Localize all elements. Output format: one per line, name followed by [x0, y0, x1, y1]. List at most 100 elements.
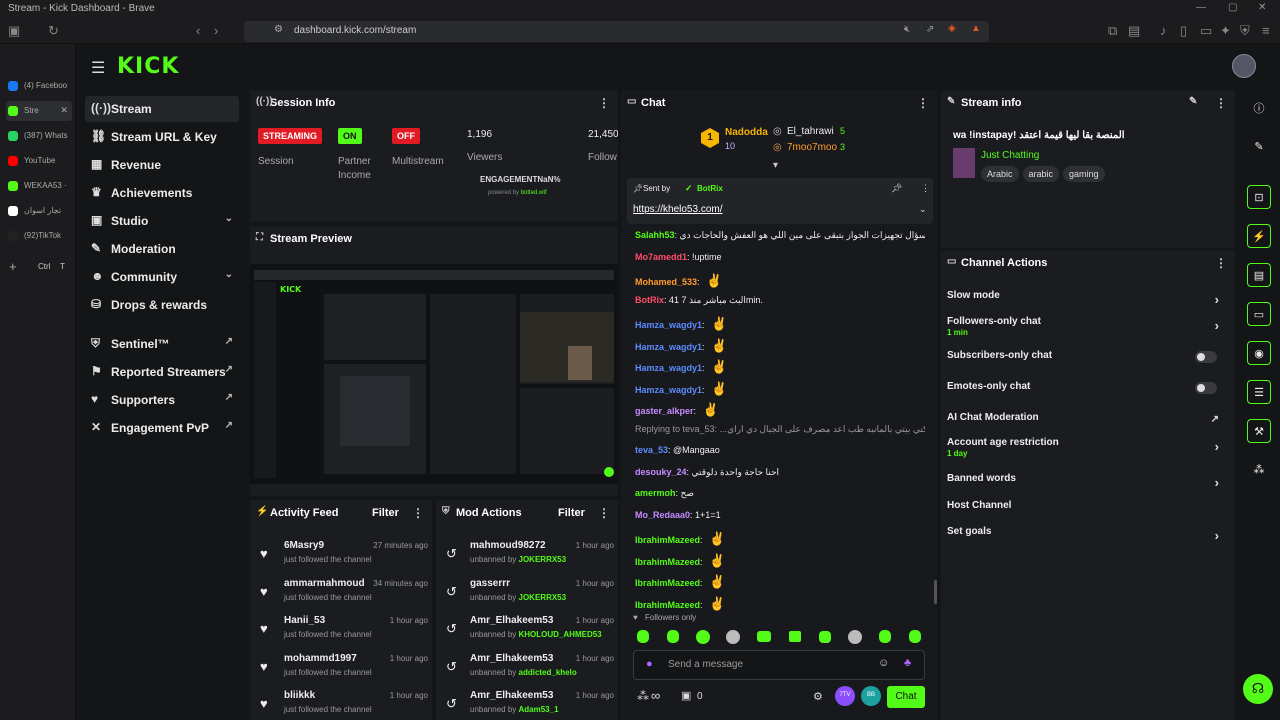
channel-action-slow-mode[interactable]: Slow mode › — [947, 290, 1225, 314]
wrench-icon[interactable]: ⚒ — [1247, 419, 1271, 443]
sidebar-toggle-icon[interactable]: ▣ — [8, 23, 20, 39]
nav-item-revenue[interactable]: ▦ Revenue — [85, 152, 239, 178]
nav-item-moderation[interactable]: ✎ Moderation — [85, 236, 239, 262]
tab-close-icon[interactable]: ✕ — [60, 105, 68, 116]
leo-ai-icon[interactable]: ✦ — [1220, 23, 1231, 39]
mod-target-username[interactable]: Amr_Elhakeem53 — [470, 690, 553, 701]
moderator-name[interactable]: KHOLOUD_AHMED53 — [519, 630, 602, 639]
chat-username[interactable]: Hamza_wagdy1 — [635, 342, 702, 352]
minimize-icon[interactable]: — — [1196, 2, 1206, 13]
chevron-down-icon[interactable]: ⌄ — [225, 213, 233, 224]
nav-item-stream-url-key[interactable]: ⛓ Stream URL & Key — [85, 124, 239, 150]
moderator-name[interactable]: addicted_khelo — [519, 668, 577, 677]
wallet-icon[interactable]: ▭ — [1200, 23, 1212, 39]
chat-username[interactable]: Mo_Redaaa0 — [635, 510, 690, 520]
kick-emote-icon[interactable]: ♣ — [904, 657, 911, 669]
moderator-name[interactable]: Adam53_1 — [519, 705, 559, 714]
gift-icon[interactable]: ▣ — [681, 689, 691, 702]
kick-logo[interactable]: KICK — [117, 54, 179, 79]
activity-username[interactable]: Hanii_53 — [284, 615, 325, 626]
chat-scrollbar[interactable] — [934, 580, 937, 604]
activity-username[interactable]: mohammd1997 — [284, 653, 357, 664]
chat-username[interactable]: IbrahimMazeed — [635, 557, 700, 567]
channel-points-icon[interactable]: ⁂ — [637, 689, 649, 703]
7tv-icon[interactable]: 7TV — [835, 686, 855, 706]
browser-tab[interactable]: (92)TikTok — [6, 226, 72, 246]
brave-rewards-icon[interactable]: ▲ — [971, 23, 981, 34]
channel-action-ai-chat-moderation[interactable]: AI Chat Moderation ↗ — [947, 412, 1225, 436]
chat-username[interactable]: IbrahimMazeed — [635, 600, 700, 610]
chat-username[interactable]: amermoh — [635, 488, 676, 498]
unpin-icon[interactable]: 📌︎ — [891, 183, 902, 194]
hamburger-menu-icon[interactable]: ☰ — [91, 58, 105, 78]
address-bar[interactable]: ⚙ dashboard.kick.com/stream 🔇︎ ⇗ ◈ ▲ — [244, 21, 989, 42]
mod-target-username[interactable]: mahmoud98272 — [470, 540, 546, 551]
kebab-menu-icon[interactable]: ⋮ — [1215, 96, 1227, 110]
lightning-icon[interactable]: ⚡ — [1247, 224, 1271, 248]
close-window-icon[interactable]: ✕ — [1258, 2, 1266, 13]
moderator-name[interactable]: JOKERRX53 — [519, 555, 567, 564]
channel-action-account-age-restriction[interactable]: Account age restriction 1 day › — [947, 437, 1225, 461]
partner-income-badge[interactable]: ON — [338, 128, 362, 144]
channel-action-followers-only-chat[interactable]: Followers-only chat 1 min › — [947, 316, 1225, 340]
music-icon[interactable]: ♪ — [1160, 23, 1167, 38]
kebab-menu-icon[interactable]: ⋮ — [598, 506, 610, 520]
channel-action-emotes-only-chat[interactable]: Emotes-only chat — [947, 381, 1225, 405]
kebab-menu-icon[interactable]: ⋮ — [598, 96, 610, 110]
reading-list-icon[interactable]: ▤ — [1128, 23, 1140, 39]
back-icon[interactable]: ‹ — [196, 23, 200, 38]
stream-preview-video[interactable]: KICK — [250, 264, 618, 484]
nav-item-drops-rewards[interactable]: ⛁ Drops & rewards — [85, 292, 239, 318]
leader-3-name[interactable]: 7moo7moo — [787, 142, 837, 153]
menu-icon[interactable]: ≡ — [1262, 23, 1270, 38]
chat-settings-icon[interactable]: ⚙ — [813, 690, 823, 703]
nav-item-stream[interactable]: ((·)) Stream — [85, 96, 239, 122]
nav-item-supporters[interactable]: ♥ Supporters ↗ — [85, 387, 239, 413]
target-icon[interactable]: ⊡ — [1247, 185, 1271, 209]
chat-username[interactable]: Salahh53 — [635, 230, 675, 240]
chevron-down-icon[interactable]: ⌄ — [919, 204, 927, 215]
pinned-menu-icon[interactable]: ⋮ — [921, 183, 930, 194]
kebab-menu-icon[interactable]: ⋮ — [1215, 256, 1227, 270]
nav-item-community[interactable]: ☻ Community ⌄ — [85, 264, 239, 290]
mod-filter-button[interactable]: Filter — [558, 507, 585, 519]
chat-username[interactable]: Mohamed_533 — [635, 277, 697, 287]
kebab-menu-icon[interactable]: ⋮ — [412, 506, 424, 520]
chat-username[interactable]: Hamza_wagdy1 — [635, 320, 702, 330]
mute-icon[interactable]: 🔇︎ — [904, 24, 910, 35]
microphone-icon[interactable]: ● — [646, 658, 653, 670]
browser-tab[interactable]: (4) Faceboo — [6, 76, 72, 96]
emoji-icon[interactable]: ☺ — [878, 657, 889, 669]
browser-tab[interactable]: (387) Whats — [6, 126, 72, 146]
support-headset-icon[interactable]: ☊ — [1243, 674, 1273, 704]
vpn-icon[interactable]: ⛨ — [1240, 23, 1250, 39]
chat-username[interactable]: gaster_alkper — [635, 406, 694, 416]
leader-2-name[interactable]: El_tahrawi — [787, 126, 834, 137]
activity-username[interactable]: bliikkk — [284, 690, 315, 701]
chat-username[interactable]: Hamza_wagdy1 — [635, 385, 702, 395]
activity-filter-button[interactable]: Filter — [372, 507, 399, 519]
share-icon[interactable]: ⇗ — [926, 24, 934, 35]
activity-username[interactable]: 6Masry9 — [284, 540, 324, 551]
user-avatar[interactable] — [1232, 54, 1256, 78]
list-icon[interactable]: ☰ — [1247, 380, 1271, 404]
nav-item-studio[interactable]: ▣ Studio ⌄ — [85, 208, 239, 234]
brave-shield-icon[interactable]: ◈ — [948, 23, 956, 34]
chat-username[interactable]: teva_53 — [635, 445, 668, 455]
kebab-menu-icon[interactable]: ⋮ — [917, 96, 929, 110]
channel-action-set-goals[interactable]: Set goals › — [947, 526, 1225, 550]
chevron-down-icon[interactable]: ⌄ — [225, 269, 233, 280]
maximize-icon[interactable]: ▢ — [1228, 2, 1237, 13]
toggle-switch[interactable] — [1195, 382, 1217, 394]
chat-username[interactable]: Mo7amedd1 — [635, 252, 687, 262]
site-settings-icon[interactable]: ⚙ — [274, 24, 283, 35]
toggle-switch[interactable] — [1195, 351, 1217, 363]
pinned-link[interactable]: https://khelo53.com/ — [633, 204, 723, 215]
document-icon[interactable]: ▤ — [1247, 263, 1271, 287]
reload-icon[interactable]: ↻ — [48, 23, 59, 39]
moderator-name[interactable]: JOKERRX53 — [519, 593, 567, 602]
bttv-icon[interactable]: BB — [861, 686, 881, 706]
tag-chip[interactable]: Arabic — [981, 166, 1019, 182]
chat-username[interactable]: IbrahimMazeed — [635, 578, 700, 588]
chat-username[interactable]: desouky_24 — [635, 467, 687, 477]
